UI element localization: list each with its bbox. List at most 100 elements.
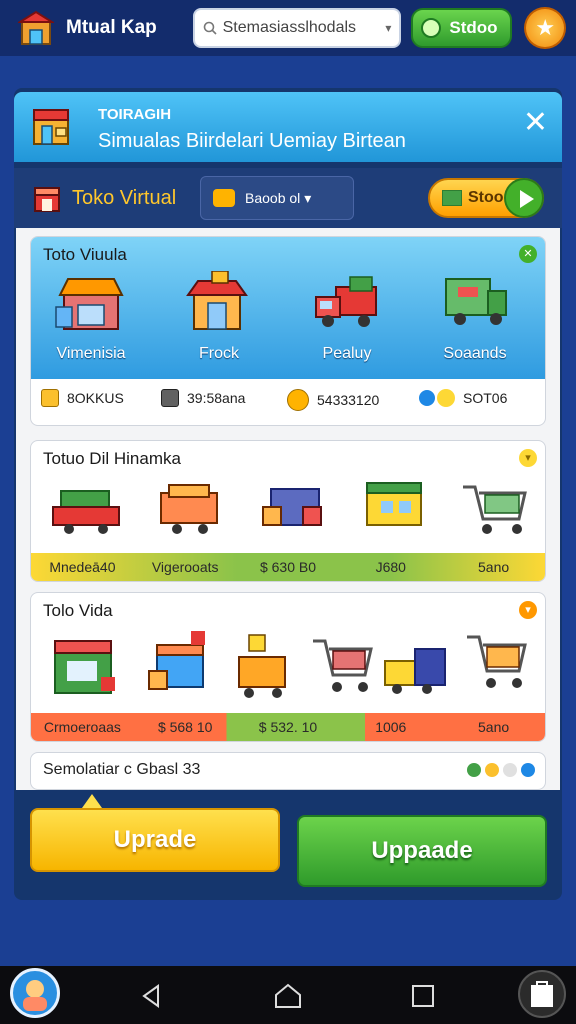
shop-logo-icon xyxy=(16,10,56,46)
item-label: Pealuy xyxy=(322,345,372,362)
system-nav-bar xyxy=(0,966,576,1024)
strip-label: $ 568 10 xyxy=(157,719,213,735)
shop-icon xyxy=(262,488,322,526)
item-soaands[interactable]: Soaands xyxy=(415,271,535,363)
top-bar: Mtual Kap ▾ Stdoo ★ xyxy=(0,0,576,56)
gem-icon xyxy=(467,763,481,777)
item-label: Soaands xyxy=(443,345,507,362)
chevron-down-icon[interactable]: ▾ xyxy=(519,601,537,619)
coin-icon xyxy=(485,763,499,777)
stat-gold: 54333120 xyxy=(287,389,379,411)
chevron-down-icon[interactable]: ▾ xyxy=(519,449,537,467)
store-button[interactable]: Stdoo xyxy=(411,8,513,48)
strip-label: 5ano xyxy=(478,719,510,735)
card-toko-dil: Totuo Dil Hinamka ▾ Mnedeā40 Vigerooats … xyxy=(30,440,546,582)
upgrade-button[interactable]: Uprade xyxy=(30,808,280,872)
strip-label: $ 630 B0 xyxy=(259,559,317,575)
stock-label: Stoo xyxy=(468,189,504,206)
cart-icon xyxy=(160,484,218,534)
item-label: Frock xyxy=(199,345,239,362)
stat-value: 54333120 xyxy=(317,392,380,408)
select-label: Baoob ol xyxy=(245,190,301,206)
product-row xyxy=(52,482,527,534)
check-icon xyxy=(521,763,535,777)
recent-apps-icon[interactable] xyxy=(411,984,435,1008)
content-area: Toto Viuula ✕ Vimenisia Frock Pealuy Soa… xyxy=(16,228,560,790)
strip-label: Mnedeā40 xyxy=(49,559,116,575)
close-icon[interactable]: ✕ xyxy=(523,108,548,138)
strip-label: Crmoeroaas xyxy=(43,719,121,735)
search-input[interactable] xyxy=(222,19,382,37)
cash-icon xyxy=(442,190,462,206)
card-title: Tolo Vida xyxy=(43,601,113,620)
stall-icon xyxy=(148,631,205,690)
strip-label: J680 xyxy=(375,559,406,575)
shop-icon xyxy=(54,271,128,333)
truck-icon xyxy=(310,271,384,333)
avatar[interactable] xyxy=(10,968,60,1018)
strip-label: $ 532. 10 xyxy=(258,719,318,735)
card-toko-virtual: Toto Viuula ✕ Vimenisia Frock Pealuy Soa… xyxy=(30,236,546,426)
strip-label: 5ano xyxy=(478,559,510,575)
store-icon xyxy=(182,270,256,333)
status-text: Semolatiar c Gbasl 33 xyxy=(43,761,201,778)
store-icon xyxy=(366,482,422,526)
shop-box-icon xyxy=(28,102,74,148)
shop-icon xyxy=(32,183,62,213)
strip-label: Vigerooats xyxy=(151,559,219,575)
search-icon xyxy=(203,21,217,35)
card-title: Totuo Dil Hinamka xyxy=(43,449,181,468)
coin-icon xyxy=(213,189,235,207)
box-icon xyxy=(161,389,179,407)
shopping-cart-icon xyxy=(463,485,527,534)
shopping-cart-icon xyxy=(467,635,527,688)
back-icon[interactable] xyxy=(140,984,164,1008)
search-field[interactable]: ▾ xyxy=(192,8,402,48)
select-dropdown[interactable]: Baoob ol ▾ xyxy=(200,176,354,220)
cart-icon xyxy=(238,634,286,698)
stat-value: 39:58ana xyxy=(187,390,246,406)
home-icon[interactable] xyxy=(274,983,302,1009)
chevron-down-icon: ▾ xyxy=(304,189,312,206)
price-strip: Mnedeā40 Vigerooats $ 630 B0 J680 5ano xyxy=(31,553,545,581)
card-title: Toto Viuula xyxy=(43,245,127,264)
dot-icon xyxy=(503,763,517,777)
store-label: Stdoo xyxy=(449,18,498,37)
stat-value: 8OKKUS xyxy=(67,390,124,406)
item-vimenisia[interactable]: Vimenisia xyxy=(31,271,151,363)
grocery-shop-icon xyxy=(54,640,115,694)
welcome-banner: TOIRAGIH Simualas Biirdelari Uemiay Birt… xyxy=(14,92,562,162)
upgrade-button-green[interactable]: Uppaade xyxy=(297,815,547,887)
gold-icon xyxy=(287,389,309,411)
tooltip-tail xyxy=(82,794,102,808)
banner-subtitle: Simualas Biirdelari Uemiay Birtean xyxy=(98,130,406,152)
price-strip: Crmoeroaas $ 568 10 $ 532. 10 1006 5ano xyxy=(31,713,545,741)
van-icon xyxy=(384,648,446,694)
chevron-down-icon[interactable]: ▾ xyxy=(385,21,391,35)
app-title: Mtual Kap xyxy=(66,17,157,38)
delivery-truck-icon xyxy=(438,271,512,333)
sun-icon xyxy=(437,389,455,407)
play-icon[interactable] xyxy=(504,178,544,218)
coin-icon xyxy=(41,389,59,407)
check-icon[interactable]: ✕ xyxy=(519,245,537,263)
strip-label: 1006 xyxy=(375,719,407,735)
star-icon: ★ xyxy=(535,15,556,41)
item-frock[interactable]: Frock xyxy=(159,270,279,363)
product-row xyxy=(54,631,527,698)
shop-toolbar: Toko Virtual Baoob ol ▾ Stoo xyxy=(14,168,562,228)
shopping-cart-icon xyxy=(313,639,373,692)
card-tolo-vida: Tolo Vida ▾ Crmoeroaas $ 568 10 $ 532. 1… xyxy=(30,592,546,742)
item-label: Vimenisia xyxy=(56,345,126,362)
stat-sun: SOT06 xyxy=(419,389,507,407)
store-icon xyxy=(421,18,442,38)
check-icon xyxy=(419,390,435,406)
stat-box: 39:58ana xyxy=(161,389,245,407)
shop-name: Toko Virtual xyxy=(72,186,177,209)
item-pealuy[interactable]: Pealuy xyxy=(287,271,407,363)
bag-icon[interactable] xyxy=(518,970,566,1018)
simulator-status-row: Semolatiar c Gbasl 33 xyxy=(30,752,546,790)
star-button[interactable]: ★ xyxy=(524,7,567,49)
stock-button[interactable]: Stoo xyxy=(428,178,544,218)
status-dots xyxy=(467,763,535,777)
